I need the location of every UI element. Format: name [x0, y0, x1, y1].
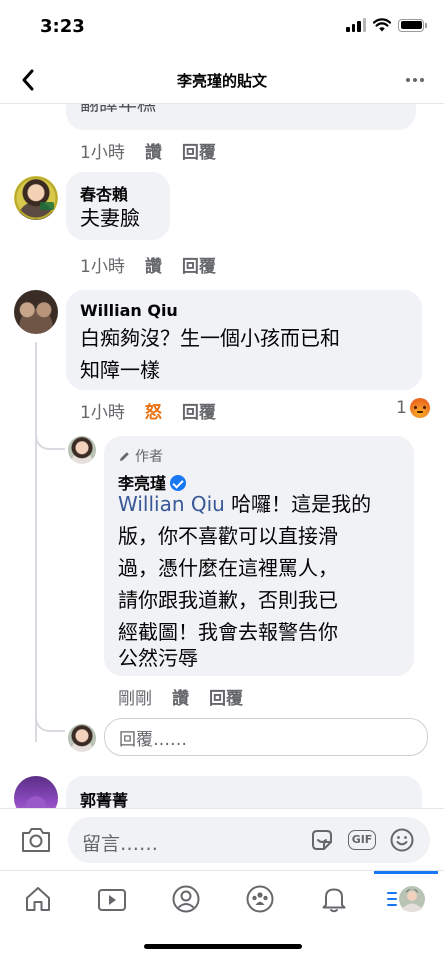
comment-time[interactable]: 1小時 — [80, 252, 125, 277]
cellular-signal-icon — [346, 18, 366, 32]
reply-button[interactable]: 回覆 — [209, 684, 243, 709]
pencil-icon — [120, 451, 129, 461]
comment-input-placeholder: 留言…… — [82, 833, 159, 855]
thread-line — [35, 342, 37, 742]
reply-button[interactable]: 回覆 — [182, 252, 216, 277]
wifi-icon — [373, 18, 391, 32]
reply-input-placeholder: 回覆…… — [119, 729, 187, 750]
home-icon — [26, 887, 50, 911]
comment-time[interactable]: 剛剛 — [118, 684, 152, 709]
status-time: 3:23 — [40, 16, 85, 37]
tab-watch[interactable] — [92, 881, 132, 917]
comment-text-line: 請你跟我道歉，否則我已 — [118, 588, 338, 612]
comment-author[interactable]: 郭菁菁 — [80, 787, 128, 808]
like-button[interactable]: 讚 — [145, 138, 162, 163]
tab-home[interactable] — [18, 881, 58, 917]
comment-text: 翻譯年糕 — [80, 104, 157, 115]
reply-button[interactable]: 回覆 — [182, 138, 216, 163]
tab-groups[interactable] — [240, 881, 280, 917]
comment-author[interactable]: Willian Qiu — [80, 301, 178, 320]
battery-icon — [398, 18, 427, 32]
avatar-badge-icon — [14, 176, 58, 220]
avatar[interactable] — [14, 776, 58, 808]
like-button[interactable]: 讚 — [145, 252, 162, 277]
reaction-summary[interactable]: 1 — [396, 398, 430, 418]
comment-time[interactable]: 1小時 — [80, 398, 125, 423]
comment-text-line: 過，憑什麼在這裡罵人， — [118, 556, 338, 580]
comment-actions: 1小時 讚 回覆 — [80, 138, 216, 163]
comment-time[interactable]: 1小時 — [80, 138, 125, 163]
tab-profile[interactable] — [166, 881, 206, 917]
comment-text-line: 白痴夠沒？生一個小孩而已和 — [80, 326, 340, 350]
comment-input[interactable]: 留言…… GIF — [68, 817, 430, 863]
menu-icon — [387, 886, 425, 912]
gif-icon: GIF — [347, 830, 377, 850]
sticker-icon — [312, 830, 332, 850]
tab-notifications[interactable] — [314, 881, 354, 917]
comment-bubble[interactable]: 作者 李亮瑾 Willian Qiu 哈囉！這是我的 版，你不喜歡可以直接滑 過… — [104, 436, 414, 676]
comment-text-line: Willian Qiu 哈囉！這是我的 — [118, 492, 372, 516]
bottom-tab-bar — [0, 870, 444, 926]
comment-bubble[interactable]: 郭菁菁 — [66, 776, 422, 808]
more-options-button[interactable] — [402, 68, 428, 92]
comment-text-line: 版，你不喜歡可以直接滑 — [118, 524, 338, 548]
angry-reaction-button[interactable]: 怒 — [145, 398, 162, 423]
comment-text: 夫妻臉 — [80, 206, 140, 230]
camera-button[interactable] — [20, 825, 52, 855]
comment-bubble[interactable]: Willian Qiu 白痴夠沒？生一個小孩而已和 知障一樣 — [66, 290, 422, 390]
sticker-button[interactable] — [308, 826, 336, 854]
current-user-avatar — [68, 724, 96, 752]
watch-icon — [98, 889, 126, 911]
status-icons — [346, 18, 427, 32]
top-header: 李亮瑾的貼文 — [0, 56, 444, 104]
page-title: 李亮瑾的貼文 — [176, 72, 267, 90]
thread-connector — [35, 422, 65, 450]
emoji-icon — [390, 828, 414, 852]
author-badge-label: 作者 — [135, 449, 163, 465]
avatar[interactable] — [14, 176, 58, 220]
gif-button[interactable]: GIF — [347, 826, 377, 854]
comment-text-line: 知障一樣 — [80, 358, 160, 382]
avatar[interactable] — [14, 290, 58, 334]
emoji-button[interactable] — [388, 826, 416, 854]
comment-actions: 1小時 怒 回覆 — [80, 398, 216, 423]
angry-reaction-icon — [409, 398, 430, 418]
tab-menu[interactable] — [386, 881, 426, 917]
thread-connector — [35, 704, 65, 732]
comment-actions: 1小時 讚 回覆 — [80, 252, 216, 277]
camera-icon — [22, 828, 50, 852]
like-button[interactable]: 讚 — [172, 684, 189, 709]
comment-bubble[interactable]: 翻譯年糕 — [66, 104, 416, 130]
reply-input[interactable]: 回覆…… — [104, 718, 428, 756]
author-badge: 作者 — [118, 446, 163, 466]
mention-link[interactable]: Willian Qiu — [118, 492, 225, 516]
active-tab-indicator — [374, 871, 438, 874]
avatar[interactable] — [68, 436, 96, 464]
notifications-icon — [322, 888, 346, 913]
comment-actions: 剛剛 讚 回覆 — [118, 684, 243, 709]
comment-text-line: 公然污辱 — [118, 646, 198, 670]
reply-button[interactable]: 回覆 — [182, 398, 216, 423]
comment-composer: 留言…… GIF — [0, 808, 444, 870]
home-indicator — [144, 944, 302, 949]
comment-bubble[interactable]: 春杏賴 夫妻臉 — [66, 172, 170, 240]
comments-list: 翻譯年糕 1小時 讚 回覆 春杏賴 夫妻臉 1小時 讚 回覆 Willian Q… — [0, 104, 444, 808]
groups-icon — [246, 885, 274, 913]
status-bar: 3:23 — [0, 0, 444, 56]
reaction-count: 1 — [396, 398, 407, 418]
profile-icon — [172, 885, 200, 913]
